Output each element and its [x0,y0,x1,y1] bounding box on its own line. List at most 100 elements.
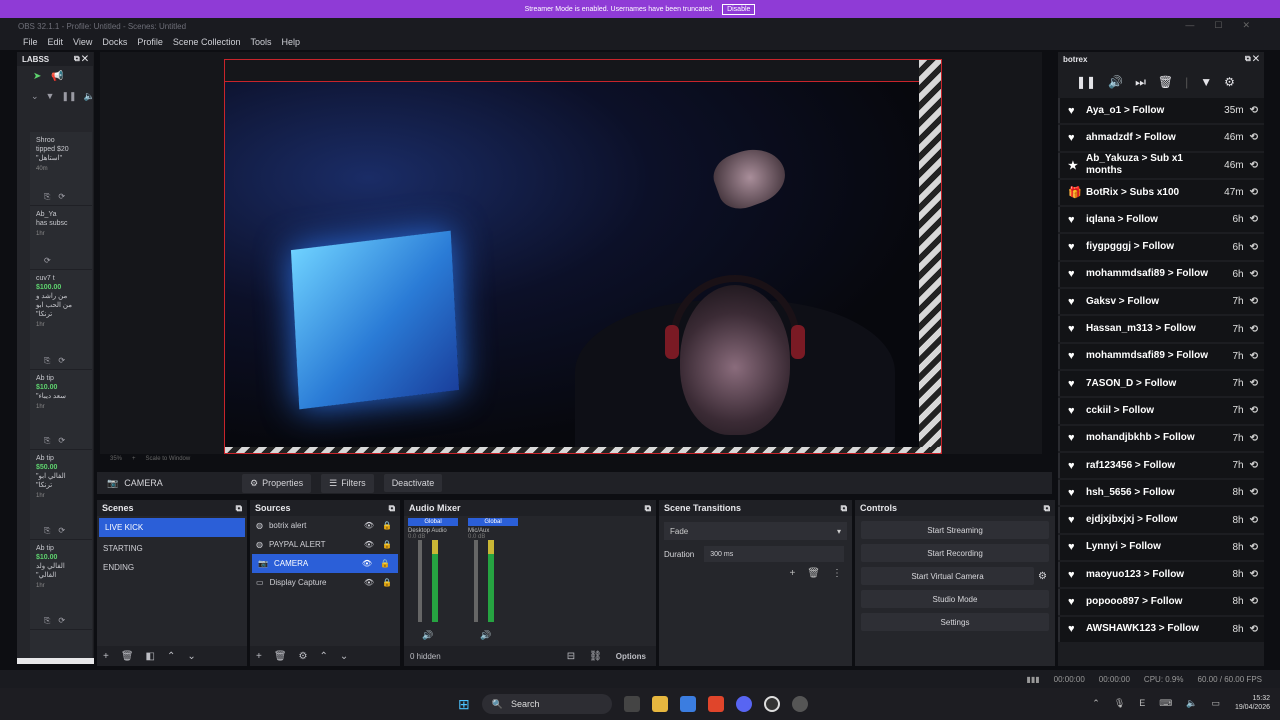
transition-select[interactable]: Fade ▾ [664,522,847,540]
float-dock-icon[interactable]: ⧉ [841,503,847,514]
replay-icon[interactable]: ⟲ [1250,351,1258,362]
replay-icon[interactable]: ⟲ [1250,324,1258,335]
copy-icon[interactable]: ⎘ [44,616,50,625]
copy-icon[interactable]: ⎘ [44,192,50,201]
filter-icon[interactable]: ▼ [1200,75,1212,89]
maximize-icon[interactable]: ☐ [1214,20,1222,31]
start-virtual-camera-button[interactable]: Start Virtual Camera [861,567,1035,585]
replay-icon[interactable]: ⟲ [1250,105,1258,116]
replay-icon[interactable]: ⟲ [1250,242,1258,253]
camera-source-preview[interactable] [224,59,942,454]
studio-mode-button[interactable]: Studio Mode [861,590,1049,608]
gear-icon[interactable]: ⚙ [1224,75,1235,89]
move-down-icon[interactable]: ⌄ [340,651,348,662]
settings-icon[interactable] [791,696,808,712]
source-item[interactable]: ◍ PAYPAL ALERT 👁 🔒 [250,535,400,554]
eye-icon[interactable]: 👁 [364,521,374,530]
replay-icon[interactable]: ⟲ [1250,624,1258,635]
add-icon[interactable]: + [256,651,262,662]
menu-tools[interactable]: Tools [250,37,271,47]
float-dock-icon[interactable]: ⧉ [1044,503,1050,514]
replay-icon[interactable]: ⟲ [1250,378,1258,389]
filters-icon[interactable]: ◧ [146,651,155,662]
replay-icon[interactable]: ⟲ [1250,596,1258,607]
copy-icon[interactable]: ⎘ [44,436,50,445]
add-icon[interactable]: + [103,651,109,662]
menu-profile[interactable]: Profile [137,37,163,47]
start-recording-button[interactable]: Start Recording [861,544,1049,562]
mic-icon[interactable]: 🎙 [1114,698,1125,709]
close-icon[interactable]: ✕ [1242,20,1250,31]
horizontal-scrollbar[interactable] [17,658,94,664]
float-dock-icon[interactable]: ⧉ [645,503,651,514]
trash-icon[interactable]: 🗑 [1158,75,1173,89]
menu-file[interactable]: File [23,37,38,47]
settings-button[interactable]: Settings [861,613,1049,631]
menu-scene-collection[interactable]: Scene Collection [173,37,241,47]
close-dock-icon[interactable]: ✕ [82,54,88,63]
float-dock-icon[interactable]: ⧉ [236,503,242,514]
replay-icon[interactable]: ⟲ [1250,542,1258,553]
properties-button[interactable]: ⚙ Properties [242,473,312,493]
float-dock-icon[interactable]: ⧉ [1245,54,1251,63]
replay-icon[interactable]: ⟲ [1250,515,1258,526]
move-down-icon[interactable]: ⌄ [187,651,195,662]
pause-icon[interactable]: ❚❚ [1076,75,1096,89]
trash-icon[interactable]: 🗑 [121,651,134,662]
pause-icon[interactable]: ❚❚ [61,91,76,102]
brave-browser-icon[interactable] [707,696,724,712]
replay-icon[interactable]: ⟳ [44,256,51,265]
volume-icon[interactable]: 🔈 [84,91,95,102]
replay-icon[interactable]: ⟲ [1250,460,1258,471]
speaker-icon[interactable]: 🔈 [1186,698,1197,709]
source-item[interactable]: ◍ botrix alert 👁 🔒 [250,516,400,535]
taskbar-clock[interactable]: 15:32 19/04/2026 [1235,694,1270,712]
volume-slider[interactable] [474,540,478,622]
windows-start-icon[interactable]: ⊞ [458,696,470,713]
menu-docks[interactable]: Docks [102,37,127,47]
replay-icon[interactable]: ⟲ [1250,269,1258,280]
source-item[interactable]: ▭ Display Capture 👁 🔒 [250,573,400,592]
menu-edit[interactable]: Edit [48,37,64,47]
mute-icon[interactable]: 🔊 [422,630,433,641]
replay-icon[interactable]: ⟲ [1250,296,1258,307]
taskbar-search[interactable]: 🔍 Search [481,694,612,714]
file-explorer-icon[interactable] [651,696,668,712]
replay-icon[interactable]: ⟲ [1250,405,1258,416]
task-view-icon[interactable] [623,696,640,712]
layout-icon[interactable]: ⊟ [567,651,575,662]
menu-help[interactable]: Help [281,37,300,47]
replay-icon[interactable]: ⟲ [1250,160,1258,171]
copy-icon[interactable]: ⎘ [44,356,50,365]
chevron-down-icon[interactable]: ⌄ [31,91,39,102]
trash-icon[interactable]: 🗑 [274,651,287,662]
replay-icon[interactable]: ⟲ [1250,433,1258,444]
eye-icon[interactable]: 👁 [364,578,374,587]
replay-icon[interactable]: ⟲ [1250,569,1258,580]
volume-slider[interactable] [418,540,422,622]
zoom-in-icon[interactable]: + [132,456,136,462]
options-button[interactable]: Options [616,652,646,661]
eye-icon[interactable]: 👁 [364,540,374,549]
replay-icon[interactable]: ⟲ [1250,487,1258,498]
move-up-icon[interactable]: ⌃ [320,651,328,662]
minimize-icon[interactable]: — [1185,20,1194,31]
send-icon[interactable]: ➤ [33,71,41,82]
disable-streamer-mode-button[interactable]: Disable [722,3,756,15]
scene-item-starting[interactable]: STARTING [97,539,247,558]
replay-icon[interactable]: ⟳ [58,356,65,365]
replay-icon[interactable]: ⟳ [58,526,65,535]
scene-item-live-kick[interactable]: LIVE KICK [99,518,245,537]
replay-icon[interactable]: ⟲ [1250,132,1258,143]
start-streaming-button[interactable]: Start Streaming [861,521,1049,539]
deactivate-button[interactable]: Deactivate [383,474,443,492]
gear-icon[interactable]: ⚙ [1038,571,1047,582]
filters-button[interactable]: ☰ Filters [321,473,374,493]
replay-icon[interactable]: ⟳ [58,192,65,201]
mute-icon[interactable]: 🔊 [480,630,491,641]
move-up-icon[interactable]: ⌃ [167,651,175,662]
add-icon[interactable]: + [789,568,795,579]
replay-icon[interactable]: ⟳ [58,436,65,445]
volume-icon[interactable]: 🔊 [1108,75,1123,89]
float-dock-icon[interactable]: ⧉ [389,503,395,514]
